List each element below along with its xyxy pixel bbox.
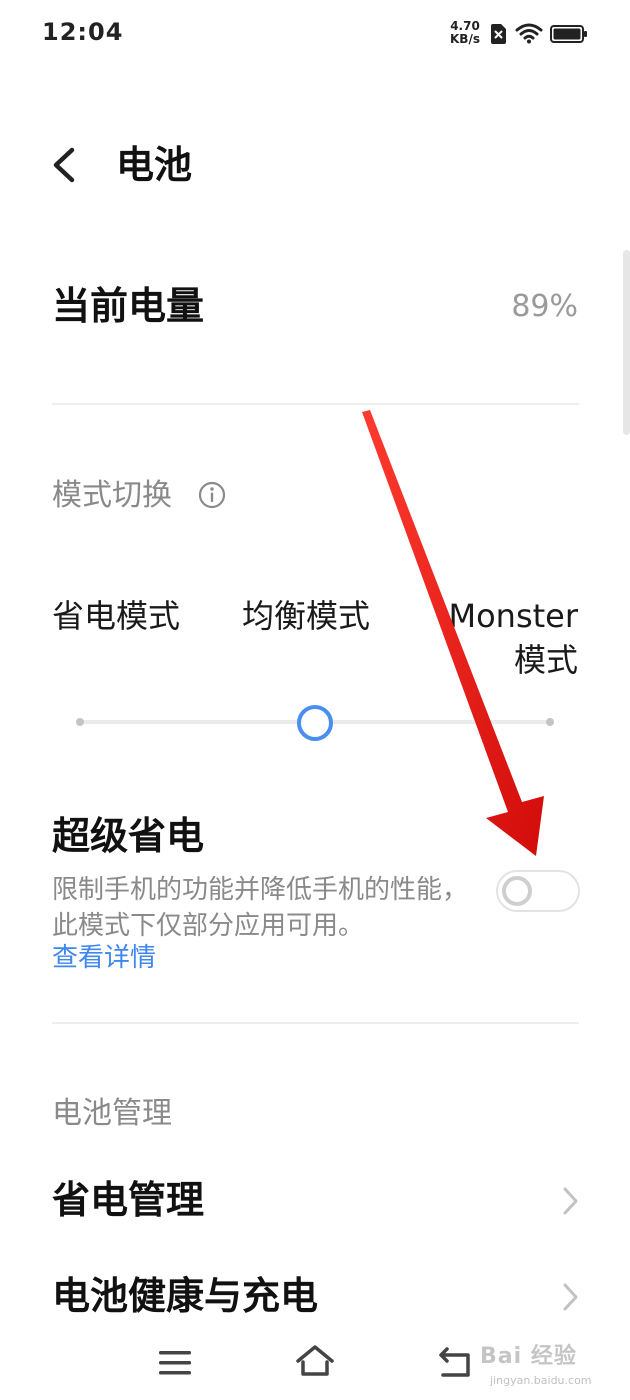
network-speed-unit: KB/s [450, 32, 480, 46]
chevron-right-icon [563, 1283, 578, 1311]
divider [52, 1022, 579, 1024]
back-button[interactable] [44, 138, 88, 192]
view-details-link[interactable]: 查看详情 [52, 940, 156, 976]
status-bar: 12:04 4.70 KB/s [0, 0, 630, 70]
list-item-battery-health-charging[interactable]: 电池健康与充电 [52, 1258, 579, 1338]
mode-power-saving[interactable]: 省电模式 [52, 594, 180, 638]
battery-management-title: 电池管理 [52, 1096, 172, 1131]
menu-icon[interactable] [158, 1348, 192, 1378]
wifi-icon [515, 23, 543, 44]
baidu-watermark: Bai 经验 jingyan.baidu.com [480, 1330, 620, 1394]
super-save-title: 超级省电 [52, 814, 205, 858]
chevron-left-icon [53, 147, 75, 183]
list-item-label: 电池健康与充电 [52, 1274, 319, 1318]
current-battery-label: 当前电量 [52, 284, 205, 328]
info-icon[interactable] [197, 480, 227, 510]
no-sim-icon [491, 24, 506, 44]
toggle-knob [502, 876, 532, 906]
battery-settings-screen: 12:04 4.70 KB/s 电池 当前电量 89% 模式切换 省电模式 均衡… [0, 0, 630, 1400]
home-icon[interactable] [294, 1343, 336, 1379]
status-time: 12:04 [42, 18, 124, 46]
list-item-label: 省电管理 [52, 1178, 205, 1222]
super-save-description: 限制手机的功能并降低手机的性能，此模式下仅部分应用可用。 [52, 875, 469, 941]
current-battery-value: 89% [511, 289, 578, 324]
mode-monster-label: Monster 模式 [448, 597, 578, 679]
mode-switch-title: 模式切换 [52, 478, 172, 513]
scrollbar[interactable] [623, 250, 630, 435]
page-title: 电池 [116, 143, 193, 187]
slider-stop-right [546, 718, 554, 726]
battery-icon [550, 25, 587, 43]
mode-slider[interactable] [72, 700, 558, 744]
mode-monster[interactable]: Monster 模式 [448, 594, 578, 682]
back-icon[interactable] [437, 1345, 473, 1379]
divider [52, 403, 579, 405]
network-speed: 4.70 KB/s [446, 20, 484, 46]
watermark-main: Bai 经验 [480, 1344, 577, 1369]
slider-thumb[interactable] [297, 705, 333, 741]
super-save-toggle[interactable] [496, 870, 580, 912]
slider-stop-left [76, 718, 84, 726]
mode-balanced[interactable]: 均衡模式 [242, 594, 370, 638]
chevron-right-icon [563, 1187, 578, 1215]
list-item-power-saving-management[interactable]: 省电管理 [52, 1162, 579, 1242]
watermark-sub: jingyan.baidu.com [490, 1374, 592, 1387]
